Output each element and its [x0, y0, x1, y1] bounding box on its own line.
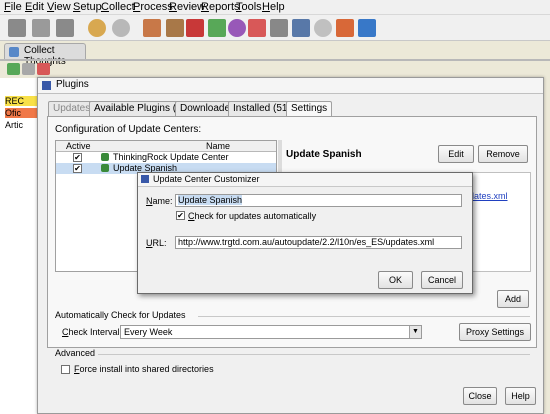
col-name: Name [206, 141, 231, 151]
name-value: Update Spanish [178, 195, 243, 205]
add-thought-icon[interactable] [7, 63, 20, 75]
collect-icon[interactable] [166, 19, 184, 37]
check-interval-label: Check Interval: [62, 327, 123, 337]
check-auto-label: Check for updates automatically [188, 211, 317, 221]
check-auto-checkbox[interactable]: ✔ [176, 211, 185, 220]
edit-button[interactable]: Edit [438, 145, 474, 163]
section-divider [98, 354, 530, 355]
check-interval-value: Every Week [124, 327, 173, 337]
menu-process[interactable]: Process [133, 1, 173, 13]
process-icon[interactable] [208, 19, 226, 37]
table-header: Active Name [56, 141, 276, 152]
force-install-label: Force install into shared directories [74, 364, 214, 374]
plugin-icon [101, 153, 109, 161]
print-icon[interactable] [56, 19, 74, 37]
app-icon [42, 81, 51, 90]
edit-thought-icon[interactable] [22, 63, 35, 75]
url-field[interactable]: http://www.trgtd.com.au/autoupdate/2.2/l… [175, 236, 462, 249]
dialog-title: Update Center Customizer [153, 174, 260, 184]
menu-reports[interactable]: Reports [201, 1, 240, 13]
tags-icon[interactable] [336, 19, 354, 37]
cancel-button[interactable]: Cancel [421, 271, 463, 289]
thoughts-icon [9, 47, 19, 57]
ok-button[interactable]: OK [378, 271, 413, 289]
detail-title: Update Spanish [286, 149, 362, 160]
row-name: ThinkingRock Update Center [113, 152, 229, 162]
filter-icon[interactable] [270, 19, 288, 37]
home-icon[interactable] [143, 19, 161, 37]
plugins-title: Plugins [56, 79, 89, 90]
table-row[interactable]: ✔ ThinkingRock Update Center [56, 152, 276, 163]
tab-settings[interactable]: Settings [286, 101, 333, 116]
detail-panel: Update Spanish Edit Remove [286, 140, 531, 172]
menu-bar: File Edit View Setup Collect Process Rev… [0, 0, 550, 15]
url-value: http://www.trgtd.com.au/autoupdate/2.2/l… [178, 237, 435, 247]
list-item[interactable]: Artic [5, 120, 38, 130]
section-divider [198, 316, 530, 317]
menu-edit[interactable]: Edit [25, 1, 44, 13]
name-field[interactable]: Update Spanish [175, 194, 462, 207]
menu-review[interactable]: Review [169, 1, 205, 13]
remove-button[interactable]: Remove [478, 145, 528, 163]
col-active: Active [66, 141, 91, 151]
close-button[interactable]: Close [463, 387, 497, 405]
review-icon[interactable] [228, 19, 246, 37]
menu-help[interactable]: Help [262, 1, 285, 13]
list-item[interactable]: REC [5, 96, 38, 106]
plugin-icon [101, 164, 109, 172]
list-item[interactable]: Ofic [5, 108, 38, 118]
menu-view[interactable]: View [47, 1, 71, 13]
chevron-down-icon[interactable]: ▼ [409, 326, 421, 338]
plugins-titlebar: Plugins [38, 78, 543, 94]
undo-icon[interactable] [88, 19, 106, 37]
menu-tools[interactable]: Tools [236, 1, 262, 13]
remove-thought-icon[interactable] [37, 63, 50, 75]
active-checkbox[interactable]: ✔ [73, 153, 82, 162]
force-install-checkbox[interactable] [61, 365, 70, 374]
document-icon[interactable] [292, 19, 310, 37]
toolbar [0, 15, 550, 41]
menu-file[interactable]: File [4, 1, 22, 13]
menu-collect[interactable]: Collect [101, 1, 135, 13]
help-button[interactable]: Help [505, 387, 536, 405]
active-checkbox[interactable]: ✔ [73, 164, 82, 173]
name-label: Name: [146, 196, 173, 206]
advanced-label: Advanced [55, 348, 96, 358]
calendar-icon[interactable] [248, 19, 266, 37]
dialog-titlebar: Update Center Customizer [138, 173, 472, 187]
add-button[interactable]: Add [497, 290, 529, 308]
delete-icon[interactable] [186, 19, 204, 37]
update-center-customizer-dialog: Update Center Customizer Name: Update Sp… [137, 172, 473, 294]
auto-check-label: Automatically Check for Updates [55, 310, 186, 320]
help-icon[interactable] [358, 19, 376, 37]
app-icon [141, 175, 149, 183]
menu-setup[interactable]: Setup [73, 1, 102, 13]
config-label: Configuration of Update Centers: [55, 124, 202, 135]
save-all-icon[interactable] [32, 19, 50, 37]
tab-divider [0, 59, 550, 61]
check-interval-select[interactable]: Every Week ▼ [120, 325, 422, 339]
tab-collect-thoughts[interactable]: Collect Thoughts [4, 43, 86, 67]
save-icon[interactable] [8, 19, 26, 37]
proxy-settings-button[interactable]: Proxy Settings [459, 323, 531, 341]
redo-icon[interactable] [112, 19, 130, 37]
thought-list: REC Ofic Artic [0, 78, 38, 414]
url-label: URL: [146, 238, 167, 248]
at-icon[interactable] [314, 19, 332, 37]
